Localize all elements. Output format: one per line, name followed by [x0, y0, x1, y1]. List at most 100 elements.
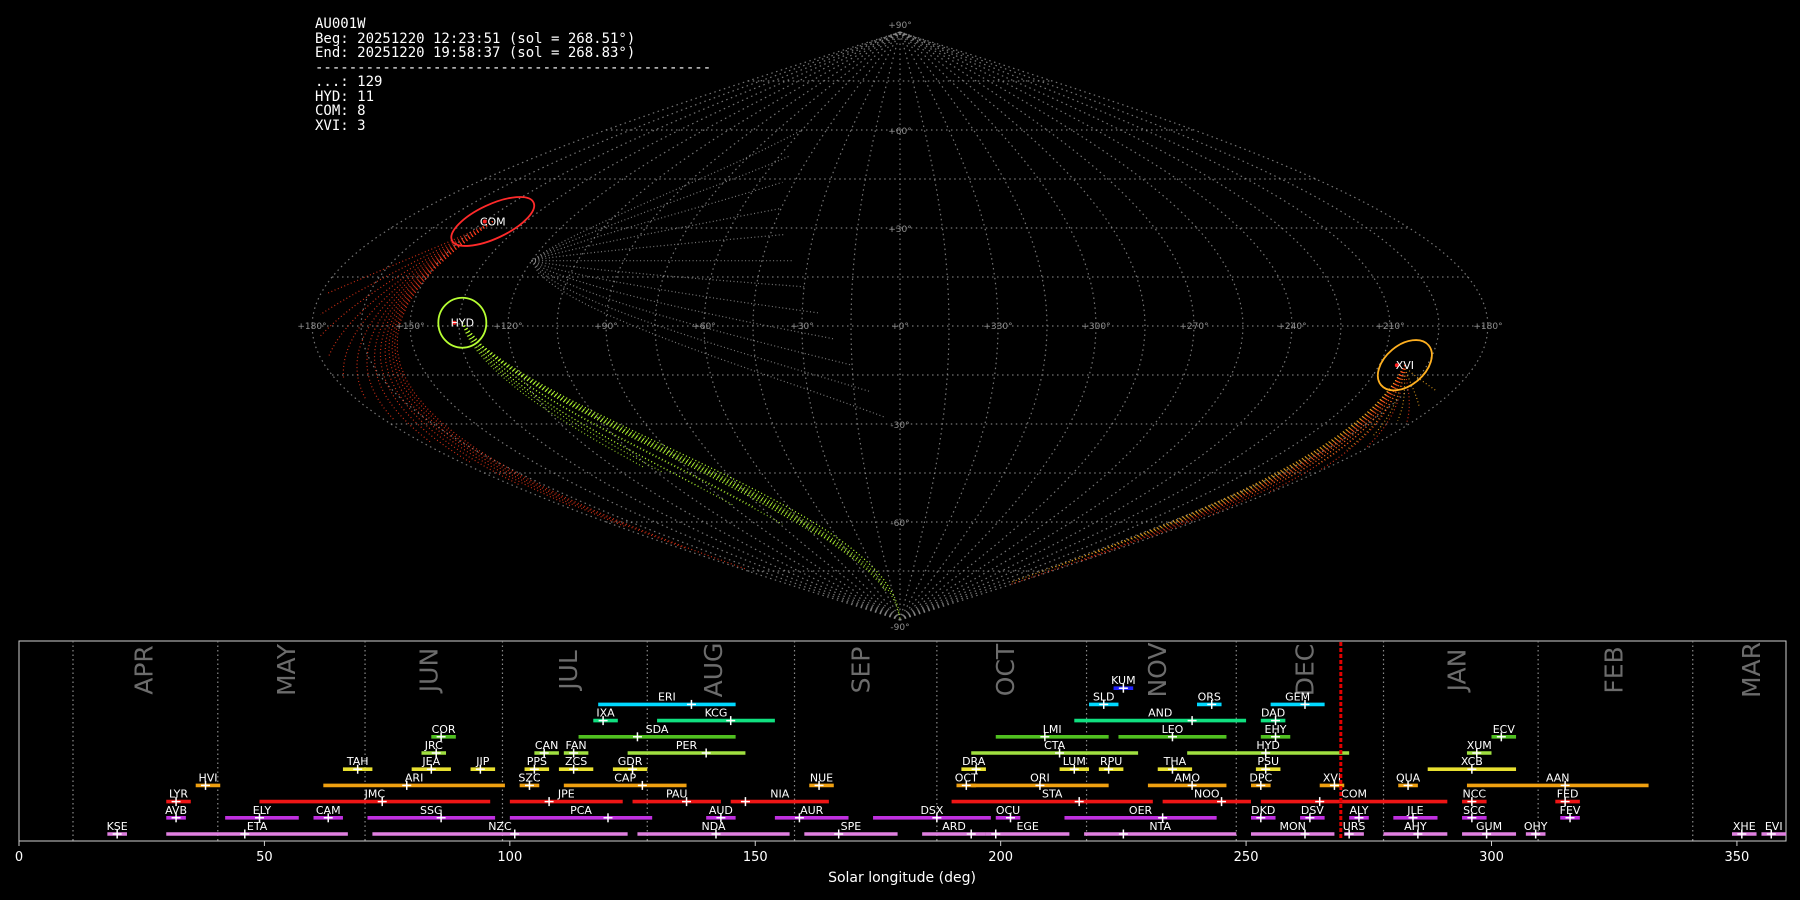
lat-tick-label: -30° — [890, 421, 909, 431]
shower-label: NCC — [1463, 788, 1487, 801]
meteor-trail — [1146, 364, 1406, 539]
meteor-trail — [1346, 365, 1406, 451]
shower-label: MON — [1280, 820, 1306, 833]
lon-tick-label: +300° — [1081, 322, 1110, 332]
lon-tick-label: +180° — [297, 322, 326, 332]
shower-label: LMI — [1043, 723, 1062, 736]
shower-label: SSG — [420, 804, 443, 817]
shower-label: AUR — [800, 804, 824, 817]
meteor-trail — [1213, 364, 1406, 510]
shower-label: CAP — [614, 771, 636, 784]
shower-label: SZC — [518, 771, 541, 784]
shower-label: EGE — [1016, 820, 1038, 833]
shower-label: IXA — [596, 707, 615, 720]
meteor-trail — [1175, 364, 1406, 525]
shower-label: EHY — [1265, 723, 1287, 736]
lon-tick-label: +270° — [1179, 322, 1208, 332]
shower-label: FAN — [566, 739, 587, 752]
shower-label: XVI — [1323, 771, 1341, 784]
lon-tick-label: +30° — [790, 322, 814, 332]
month-label: JUL — [554, 650, 583, 692]
month-label: JUN — [414, 648, 443, 694]
shower-label: ELY — [253, 804, 272, 817]
shower-label: AND — [1148, 707, 1172, 720]
shower-label: COM — [1341, 788, 1367, 801]
shower-label: EVI — [1765, 820, 1783, 833]
shower-label: JRC — [424, 739, 443, 752]
radiant-label-hyd: HYD — [451, 317, 474, 330]
meteor-trail — [461, 322, 754, 508]
shower-label: XHE — [1733, 820, 1756, 833]
meteor-trail — [1316, 364, 1406, 466]
lon-tick-label: +210° — [1375, 322, 1404, 332]
shower-label: KUM — [1111, 674, 1135, 687]
month-label: SEP — [846, 647, 875, 694]
meteor-trail — [461, 322, 702, 489]
shower-label: KCG — [705, 707, 728, 720]
shower-label: AHY — [1404, 820, 1427, 833]
shower-label: PER — [676, 739, 698, 752]
meteor-trail — [461, 322, 887, 592]
shower-label: PAU — [666, 788, 688, 801]
shower-label: AUD — [709, 804, 733, 817]
timeline-frame — [18, 640, 1787, 842]
month-label: MAR — [1737, 642, 1766, 698]
meteor-trail — [373, 221, 494, 443]
x-tick-label: 0 — [15, 850, 23, 865]
meteor-trail — [1284, 364, 1406, 481]
meteor-trail — [1209, 364, 1406, 517]
meteor-trail — [1080, 364, 1406, 562]
shower-label: SLD — [1093, 690, 1115, 703]
meteor-trail — [461, 322, 783, 525]
lon-tick-label: +150° — [395, 322, 424, 332]
radiant-label-xvi: XVI — [1396, 359, 1414, 372]
shower-label: CTA — [1044, 739, 1066, 752]
x-tick-label: 100 — [497, 850, 522, 865]
meridian-line — [360, 31, 901, 621]
meteor-trail — [461, 322, 663, 473]
shower-label: OHY — [1524, 820, 1548, 833]
shower-label: LYR — [169, 788, 188, 801]
shower-label: NUE — [810, 771, 833, 784]
month-label: AUG — [699, 643, 728, 698]
month-label: FEB — [1600, 646, 1629, 693]
meteor-trail — [327, 220, 494, 294]
x-tick-label: 200 — [988, 850, 1013, 865]
shower-label: NTA — [1149, 820, 1171, 833]
shower-label: PPS — [527, 755, 547, 768]
meteor-trail — [461, 322, 816, 535]
shower-label: JMC — [364, 788, 386, 801]
meteor-trail — [461, 322, 856, 561]
month-label: MAY — [272, 643, 301, 696]
month-label: JAN — [1443, 649, 1472, 694]
shower-label: JLE — [1406, 804, 1423, 817]
lat-tick-label: +90° — [888, 21, 912, 31]
month-label: APR — [130, 645, 159, 695]
meteor-trail — [531, 207, 782, 262]
shower-label: QUA — [1396, 771, 1421, 784]
lon-tick-label: +0° — [891, 322, 909, 332]
meteor-trail — [531, 155, 790, 262]
radiant-markers: COM HYD XVI — [437, 196, 1433, 392]
shower-label: KSE — [107, 820, 128, 833]
meteor-trail — [391, 221, 627, 528]
x-tick-label: 150 — [743, 850, 768, 865]
shower-label: NDA — [702, 820, 727, 833]
shower-label: OCT — [955, 771, 978, 784]
shower-bars: KUM ERI SLD ORS GEM IXA KCG AND DAD COR SDA LMI LEO E… — [107, 674, 1786, 839]
x-tick-label: 250 — [1234, 850, 1259, 865]
meteor-trail — [1094, 364, 1406, 554]
shower-label: ZCS — [565, 755, 587, 768]
meteor-trail — [394, 221, 686, 549]
lon-tick-label: +330° — [983, 322, 1012, 332]
shower-label: FEV — [1560, 804, 1581, 817]
shower-label: RPU — [1100, 755, 1122, 768]
lon-tick-label: +180° — [1473, 322, 1502, 332]
shower-label: THA — [1163, 755, 1187, 768]
shower-label: HYD — [1256, 739, 1279, 752]
shower-label: PCA — [570, 804, 592, 817]
radiant-label-com: COM — [480, 215, 506, 228]
meteor-trail — [461, 322, 835, 544]
meteor-trail — [1053, 364, 1406, 569]
shower-label: OCU — [996, 804, 1020, 817]
